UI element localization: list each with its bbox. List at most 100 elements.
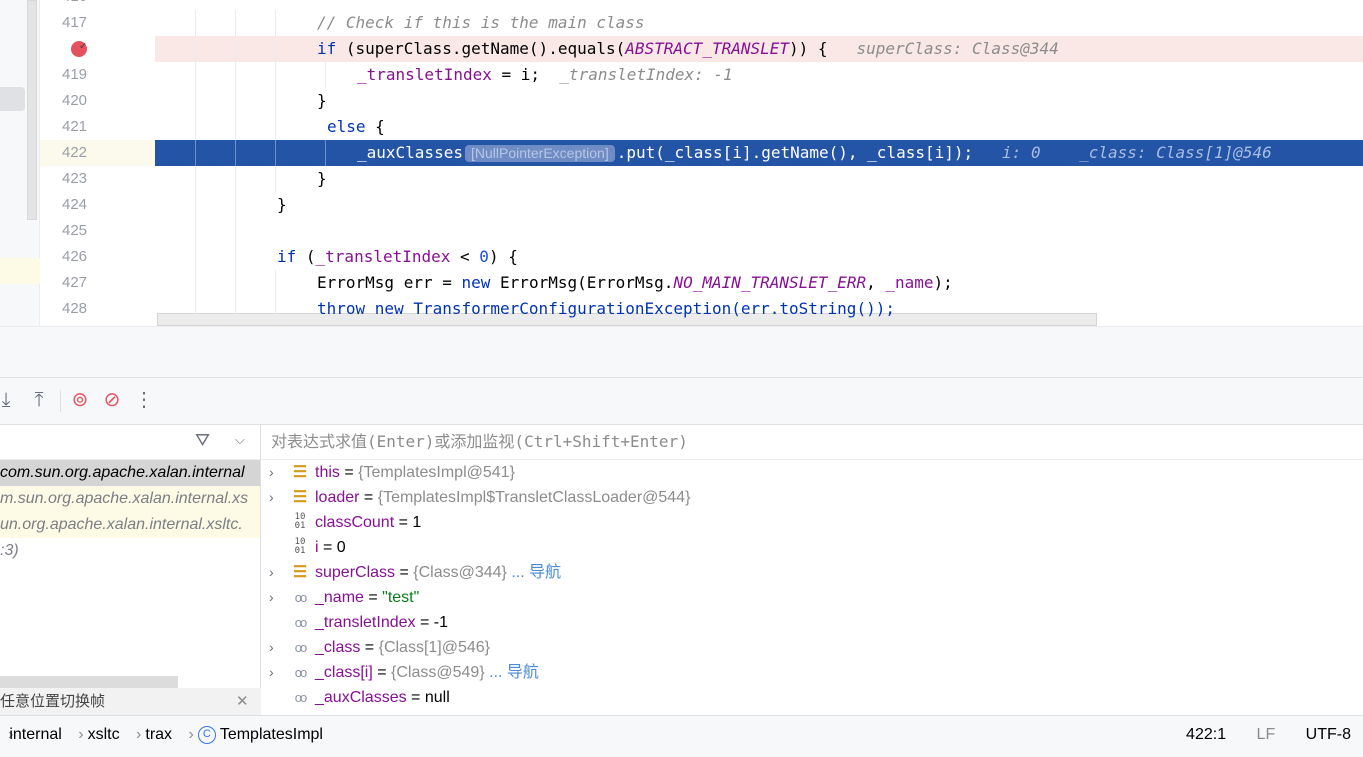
line-ending[interactable]: LF: [1257, 726, 1276, 743]
watch-icon: oo: [294, 665, 307, 680]
watch-icon: oo: [294, 690, 307, 705]
variable-name: superClass: [315, 564, 396, 581]
filter-icon[interactable]: ⛛: [195, 430, 210, 451]
evaluate-expression-input[interactable]: 对表达式求值(Enter)或添加监视(Ctrl+Shift+Enter): [261, 425, 1363, 460]
variable-name: classCount: [315, 514, 395, 531]
inline-value-hint: _transletIndex: -1: [559, 65, 733, 84]
code-comment: // Check if this is the main class: [317, 13, 645, 32]
caret-position[interactable]: 422:1: [1186, 726, 1226, 743]
code-line: 425: [40, 218, 1363, 244]
step-out-icon[interactable]: ⤒: [27, 388, 51, 412]
code-line: 424}: [40, 192, 1363, 218]
variable-row[interactable]: oo _transletIndex = -1: [261, 610, 1363, 635]
variable-row[interactable]: › ☰ superClass = {Class@344} ... 导航: [261, 560, 1363, 585]
inline-value-hint: _class: Class[1]@546: [1079, 143, 1272, 162]
frame-item[interactable]: com.sun.org.apache.xalan.internal: [0, 460, 260, 486]
variable-row[interactable]: › oo _class[i] = {Class@549} ... 导航: [261, 660, 1363, 685]
variable-value: {Class@549}: [391, 664, 485, 681]
line-number: 416: [40, 0, 155, 10]
variable-row[interactable]: › ☰ loader = {TemplatesImpl$TransletClassL…: [261, 485, 1363, 510]
line-number: 426: [62, 248, 88, 265]
mute-breakpoints-icon[interactable]: ⊘: [100, 388, 124, 412]
navigate-link[interactable]: ... 导航: [511, 564, 561, 581]
variable-value: {Class@344}: [413, 564, 507, 581]
chevron-right-icon[interactable]: ›: [269, 485, 274, 510]
highlight-marker: [0, 258, 40, 284]
exception-badge[interactable]: [NullPointerException]: [464, 145, 615, 162]
breadcrumb-item[interactable]: xsltc: [88, 726, 120, 743]
chevron-down-icon[interactable]: ⌵: [235, 432, 245, 448]
variable-value: -1: [433, 614, 448, 631]
frames-panel: ⛛ ⌵ com.sun.org.apache.xalan.internal m.…: [0, 425, 261, 715]
variable-value: 1: [412, 514, 422, 531]
variable-row[interactable]: 10 01 i = 0: [261, 535, 1363, 560]
more-options-icon[interactable]: ⋮: [132, 388, 156, 412]
code-line: 421 else {: [40, 114, 1363, 140]
object-icon: ☰: [292, 564, 308, 581]
variable-value: {TemplatesImpl$TransletClassLoader@544}: [377, 489, 691, 506]
code-line: 428 throw new TransformerConfigurationExc…: [40, 296, 1363, 322]
breadcrumb-item[interactable]: TemplatesImpl: [220, 726, 323, 743]
breadcrumb: ›internal › xsltc › trax › C TemplatesImpl: [8, 725, 323, 744]
frames-tip-bar: 任意位置切换帧 ✕: [0, 688, 261, 715]
variable-name: _auxClasses: [315, 689, 407, 706]
chevron-right-icon[interactable]: ›: [269, 460, 274, 485]
code-line-breakpoint: if (superClass.getName().equals(ABSTRACT…: [40, 34, 1363, 62]
watch-icon: oo: [294, 640, 307, 655]
left-panel-strip: [0, 0, 40, 326]
inline-value-hint: superClass: Class@344: [856, 39, 1059, 58]
variable-value: null: [424, 689, 450, 706]
code-line: 426 if (_transletIndex < 0) {: [40, 244, 1363, 270]
breakpoint-icon[interactable]: [71, 34, 87, 60]
code-line: 419 _transletIndex = i; _transletIndex: -…: [40, 62, 1363, 88]
primitive-icon: 10 01: [294, 512, 306, 531]
variable-row[interactable]: 10 01 classCount = 1: [261, 510, 1363, 535]
close-icon[interactable]: ✕: [236, 688, 249, 715]
variables-panel: 对表达式求值(Enter)或添加监视(Ctrl+Shift+Enter) › ☰ t…: [261, 425, 1363, 715]
scrollbar[interactable]: [27, 0, 37, 220]
variable-row[interactable]: › oo _class = {Class[1]@546}: [261, 635, 1363, 660]
variable-value: 0: [336, 539, 346, 556]
variable-row[interactable]: › ☰ this = {TemplatesImpl@541}: [261, 460, 1363, 485]
code-line: 420}: [40, 88, 1363, 114]
breadcrumb-item[interactable]: trax: [145, 726, 172, 743]
code-line: 427 ErrorMsg err = new ErrorMsg(ErrorMsg.…: [40, 270, 1363, 296]
line-number: 425: [62, 222, 88, 239]
variable-name: loader: [315, 489, 360, 506]
variable-name: _class: [315, 639, 361, 656]
variable-value: "test": [382, 589, 420, 606]
frame-item[interactable]: un.org.apache.xalan.internal.xsltc.: [0, 512, 260, 538]
variable-name: this: [315, 464, 340, 481]
frame-item[interactable]: :3): [0, 538, 260, 564]
variable-value: {Class[1]@546}: [378, 639, 491, 656]
debug-tool-window-header: [0, 326, 1363, 378]
line-number: 427: [62, 274, 88, 291]
line-number: 420: [62, 92, 88, 109]
chevron-right-icon[interactable]: ›: [269, 635, 274, 660]
debug-toolbar: ⤓ ⤒ ⊚ ⊘ ⋮: [0, 378, 1363, 425]
frame-item[interactable]: m.sun.org.apache.xalan.internal.xs: [0, 486, 260, 512]
variable-name: _class[i]: [315, 664, 373, 681]
navigate-link[interactable]: ... 导航: [489, 664, 539, 681]
file-encoding[interactable]: UTF-8: [1306, 726, 1351, 743]
primitive-icon: 10 01: [294, 537, 306, 556]
step-into-icon[interactable]: ⤓: [0, 388, 18, 412]
variable-row[interactable]: › oo _name = "test": [261, 585, 1363, 610]
line-number: 423: [62, 170, 88, 187]
variable-row[interactable]: oo _auxClasses = null: [261, 685, 1363, 710]
code-editor[interactable]: 416 417 // Check if this is the main clas…: [0, 0, 1363, 326]
line-number: 417: [62, 14, 88, 31]
breadcrumb-item[interactable]: internal: [9, 726, 61, 743]
current-execution-line: 422 _auxClasses [NullPointerException] .put…: [40, 140, 1363, 166]
line-number: 421: [62, 118, 88, 135]
horizontal-scrollbar[interactable]: [0, 676, 178, 688]
chevron-right-icon[interactable]: ›: [269, 560, 274, 585]
line-number: 422: [40, 140, 155, 166]
toolbar-divider: [60, 390, 61, 412]
variable-name: _transletIndex: [315, 614, 416, 631]
chevron-right-icon[interactable]: ›: [269, 585, 274, 610]
line-number: 424: [62, 196, 88, 213]
view-breakpoints-icon[interactable]: ⊚: [68, 388, 92, 412]
chevron-right-icon[interactable]: ›: [269, 660, 274, 685]
watch-icon: oo: [294, 590, 307, 605]
